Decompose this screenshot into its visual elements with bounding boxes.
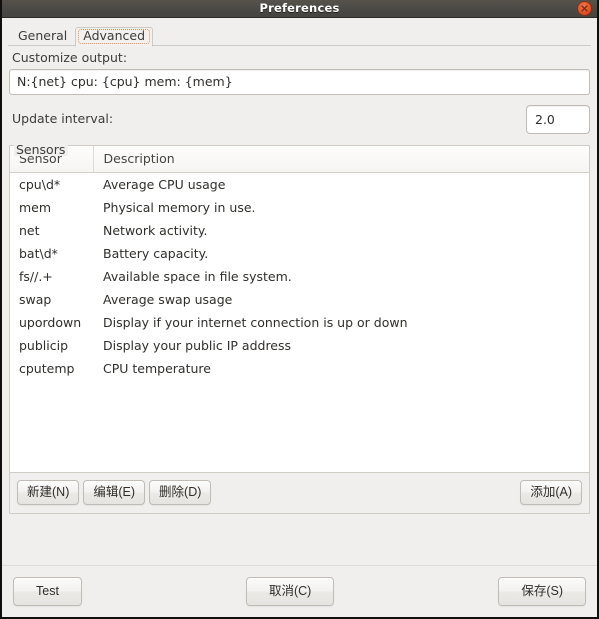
update-interval-label: Update interval: xyxy=(12,110,114,126)
sensors-frame-label: Sensors xyxy=(14,143,69,156)
cell-description: Network activity. xyxy=(103,222,208,238)
cell-sensor: bat\d* xyxy=(19,245,58,261)
tab-advanced[interactable]: Advanced xyxy=(75,26,154,47)
sensor-action-bar: 新建(N) 编辑(E) 删除(D) 添加(A) xyxy=(10,471,589,513)
cell-sensor: fs//.+ xyxy=(19,268,53,284)
table-row[interactable]: upordown Display if your internet connect… xyxy=(10,311,589,334)
table-row[interactable]: mem Physical memory in use. xyxy=(10,196,589,219)
cell-description: Average swap usage xyxy=(103,291,233,307)
close-button[interactable] xyxy=(577,1,592,16)
update-interval-row: Update interval: 2.0 xyxy=(9,104,590,134)
dialog-action-bar: Test 取消(C) 保存(S) xyxy=(2,565,597,617)
table-header-row: Sensor Description xyxy=(10,145,589,173)
sensors-box: Sensor Description cpu\d* Average CPU usa… xyxy=(9,144,590,514)
update-interval-spinner[interactable]: 2.0 xyxy=(526,104,590,134)
tab-general-label: General xyxy=(18,27,68,43)
cell-description: Display if your internet connection is u… xyxy=(103,314,408,330)
cell-sensor: cputemp xyxy=(19,360,75,376)
cell-description: Battery capacity. xyxy=(103,245,209,261)
table-row[interactable]: publicip Display your public IP address xyxy=(10,334,589,357)
sensors-list[interactable]: Sensor Description cpu\d* Average CPU usa… xyxy=(10,145,589,472)
title-bar: Preferences xyxy=(2,0,597,18)
table-row[interactable]: swap Average swap usage xyxy=(10,288,589,311)
column-header-description[interactable]: Description xyxy=(92,145,589,173)
table-row[interactable]: net Network activity. xyxy=(10,219,589,242)
advanced-panel: Customize output: N:{net} cpu: {cpu} mem… xyxy=(2,50,597,514)
table-row[interactable]: fs//.+ Available space in file system. xyxy=(10,265,589,288)
table-row[interactable]: cputemp CPU temperature xyxy=(10,357,589,380)
edit-sensor-button[interactable]: 编辑(E) xyxy=(83,480,146,505)
sensors-table: Sensor Description cpu\d* Average CPU usa… xyxy=(10,145,589,380)
cell-sensor: upordown xyxy=(19,314,82,330)
preferences-window: Preferences General Advanced Customize o… xyxy=(0,0,599,619)
delete-sensor-button[interactable]: 删除(D) xyxy=(149,480,212,505)
sensors-frame: Sensors Sensor Description cpu\d* Average… xyxy=(9,143,590,514)
cell-sensor: swap xyxy=(19,291,52,307)
cell-description: Available space in file system. xyxy=(103,268,292,284)
test-button[interactable]: Test xyxy=(13,577,82,606)
save-button[interactable]: 保存(S) xyxy=(498,577,586,606)
cell-sensor: cpu\d* xyxy=(19,176,61,192)
table-row[interactable]: cpu\d* Average CPU usage xyxy=(10,172,589,196)
close-icon xyxy=(580,4,589,13)
customize-output-label: Customize output: xyxy=(12,50,128,65)
cell-description: Display your public IP address xyxy=(103,337,292,353)
cell-sensor: mem xyxy=(19,199,52,215)
cell-sensor: net xyxy=(19,222,40,238)
cancel-button[interactable]: 取消(C) xyxy=(245,577,335,606)
cell-sensor: publicip xyxy=(19,337,69,353)
sensors-table-body: cpu\d* Average CPU usage mem Physical memor… xyxy=(10,172,589,380)
table-row[interactable]: bat\d* Battery capacity. xyxy=(10,242,589,265)
tab-strip: General Advanced xyxy=(2,18,597,47)
tab-general[interactable]: General xyxy=(10,28,75,47)
cell-description: Average CPU usage xyxy=(103,176,226,192)
new-sensor-button[interactable]: 新建(N) xyxy=(17,480,80,505)
customize-output-input[interactable]: N:{net} cpu: {cpu} mem: {mem} xyxy=(9,68,590,95)
window-title: Preferences xyxy=(259,0,340,15)
add-sensor-button[interactable]: 添加(A) xyxy=(520,480,582,505)
cell-description: Physical memory in use. xyxy=(103,199,256,215)
tab-advanced-label: Advanced xyxy=(83,27,146,43)
cell-description: CPU temperature xyxy=(103,360,211,376)
